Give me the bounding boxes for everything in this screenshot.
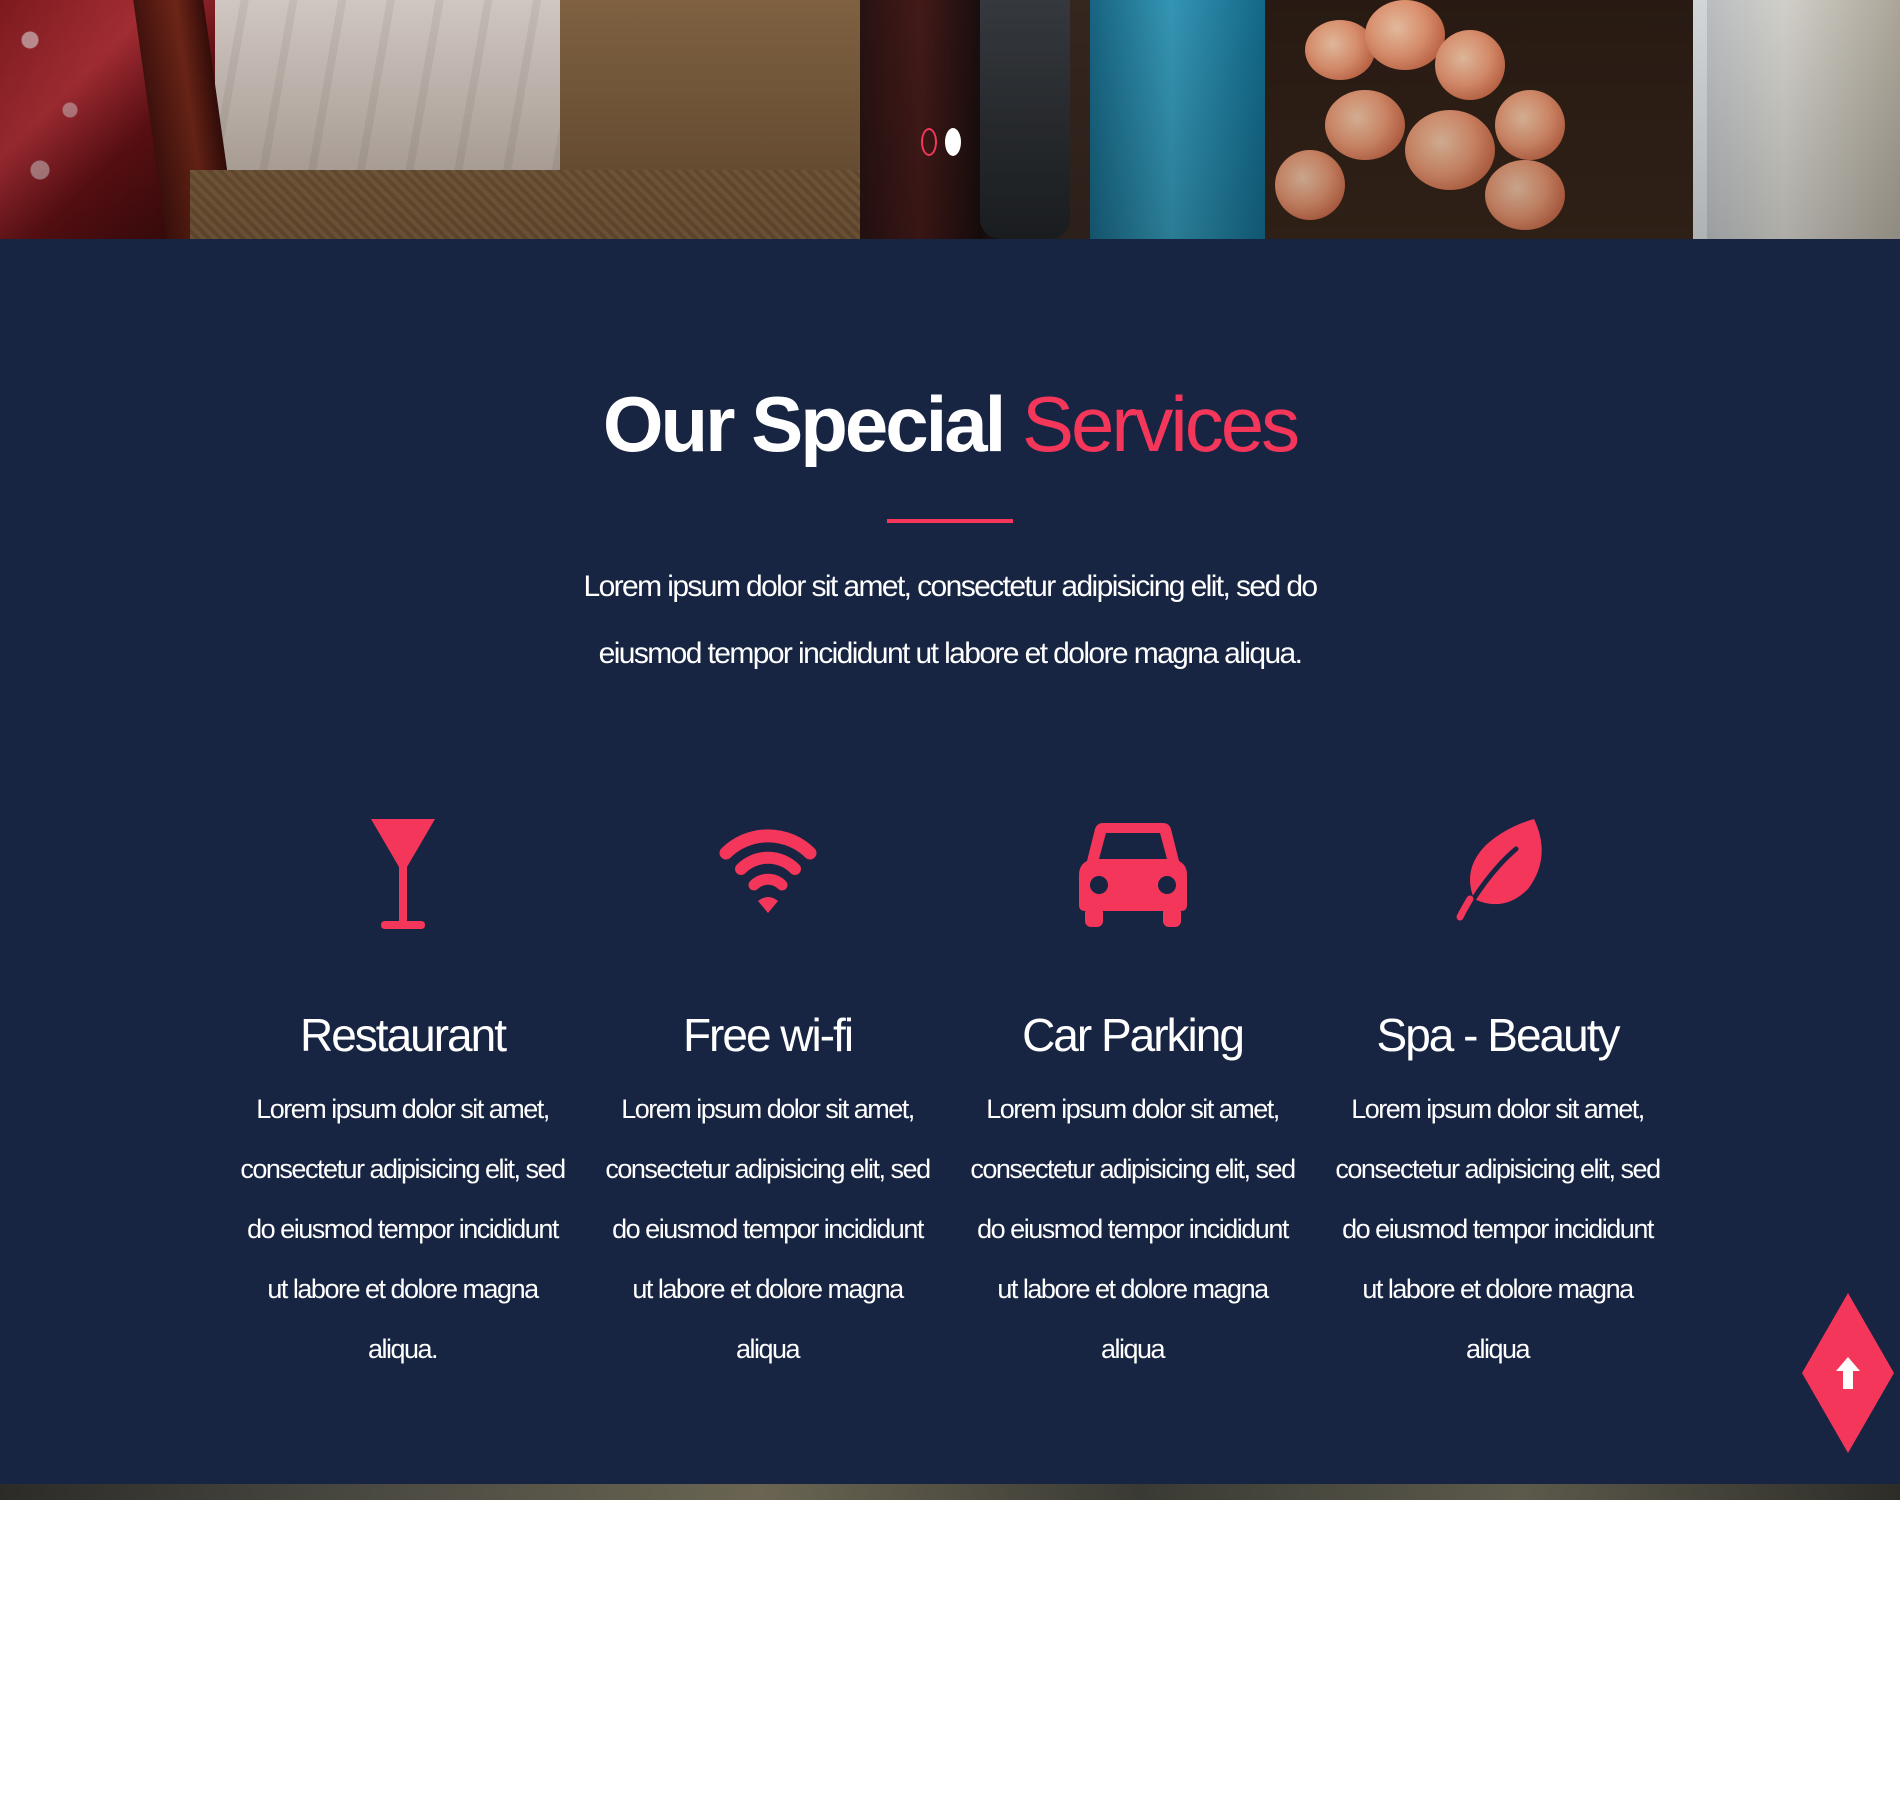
service-text: Lorem ipsum dolor sit amet, consectetur …: [605, 1094, 931, 1364]
section-title-main: Our Special: [602, 380, 1006, 468]
scroll-to-top-button[interactable]: [1802, 1293, 1894, 1453]
leaf-icon: [1456, 819, 1542, 921]
scroll-to-top-shape: [1802, 1293, 1894, 1453]
service-title: Spa - Beauty: [1376, 1009, 1621, 1061]
car-icon: [1078, 823, 1187, 927]
service-text: Lorem ipsum dolor sit amet, consectetur …: [970, 1094, 1296, 1364]
service-parking: Car Parking Lorem ipsum dolor sit amet, …: [950, 809, 1315, 1379]
section-title-accent: Services: [1022, 380, 1300, 468]
slider-pagination: [921, 128, 961, 156]
cocktail-glass-icon: [370, 819, 435, 929]
slider-dot-1[interactable]: [921, 128, 937, 156]
service-text: Lorem ipsum dolor sit amet, consectetur …: [1335, 1094, 1661, 1364]
services-grid: Restaurant Lorem ipsum dolor sit amet, c…: [220, 809, 1680, 1369]
service-text: Lorem ipsum dolor sit amet, consectetur …: [240, 1094, 566, 1364]
service-title: Restaurant: [299, 1009, 507, 1061]
service-restaurant: Restaurant Lorem ipsum dolor sit amet, c…: [220, 809, 585, 1379]
service-title: Car Parking: [1022, 1009, 1245, 1061]
section-intro: Lorem ipsum dolor sit amet, consectetur …: [583, 570, 1318, 670]
page: Our Special Services Lorem ipsum dolor s…: [0, 0, 1900, 1806]
next-section-image-edge: [0, 1484, 1900, 1500]
hero-slider: [0, 0, 1900, 239]
service-wifi: Free wi-fi Lorem ipsum dolor sit amet, c…: [585, 809, 950, 1379]
service-spa: Spa - Beauty Lorem ipsum dolor sit amet,…: [1315, 809, 1680, 1379]
wifi-icon: [719, 829, 816, 913]
slider-dot-2[interactable]: [945, 128, 961, 156]
services-section: Our Special Services Lorem ipsum dolor s…: [0, 239, 1900, 1484]
service-title: Free wi-fi: [682, 1009, 854, 1061]
section-title: Our Special Services: [0, 379, 1900, 470]
title-underline: [887, 519, 1013, 523]
